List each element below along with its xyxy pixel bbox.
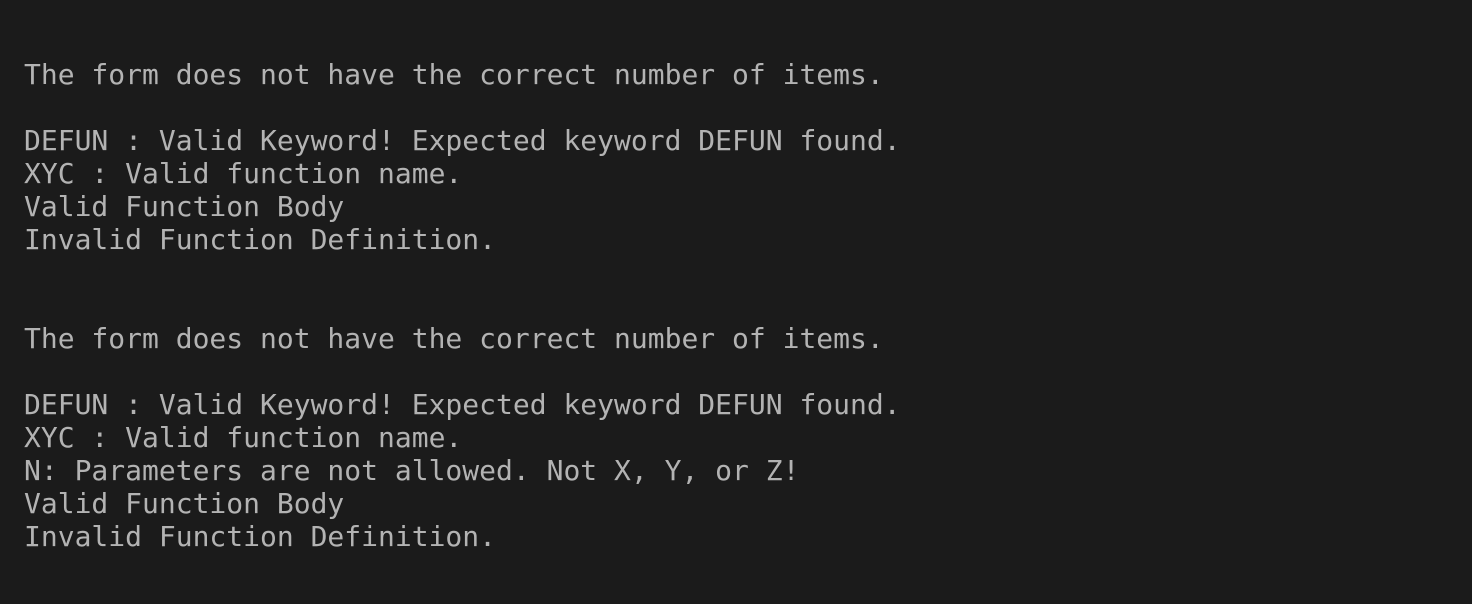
output-line-parameter-error: N: Parameters are not allowed. Not X, Y,… (24, 454, 800, 487)
terminal-output[interactable]: The form does not have the correct numbe… (0, 0, 1472, 604)
output-line-function-name: XYC : Valid function name. (24, 421, 463, 454)
output-line-definition-result: Invalid Function Definition. (24, 223, 497, 256)
output-line-form-error: The form does not have the correct numbe… (24, 58, 884, 91)
output-line-function-body: Valid Function Body (24, 487, 345, 520)
output-line-keyword-check: DEFUN : Valid Keyword! Expected keyword … (24, 388, 901, 421)
output-line-form-error: The form does not have the correct numbe… (24, 322, 884, 355)
output-line-function-body: Valid Function Body (24, 190, 345, 223)
output-line-function-name: XYC : Valid function name. (24, 157, 463, 190)
output-line-definition-result: Invalid Function Definition. (24, 520, 497, 553)
output-line-keyword-check: DEFUN : Valid Keyword! Expected keyword … (24, 124, 901, 157)
